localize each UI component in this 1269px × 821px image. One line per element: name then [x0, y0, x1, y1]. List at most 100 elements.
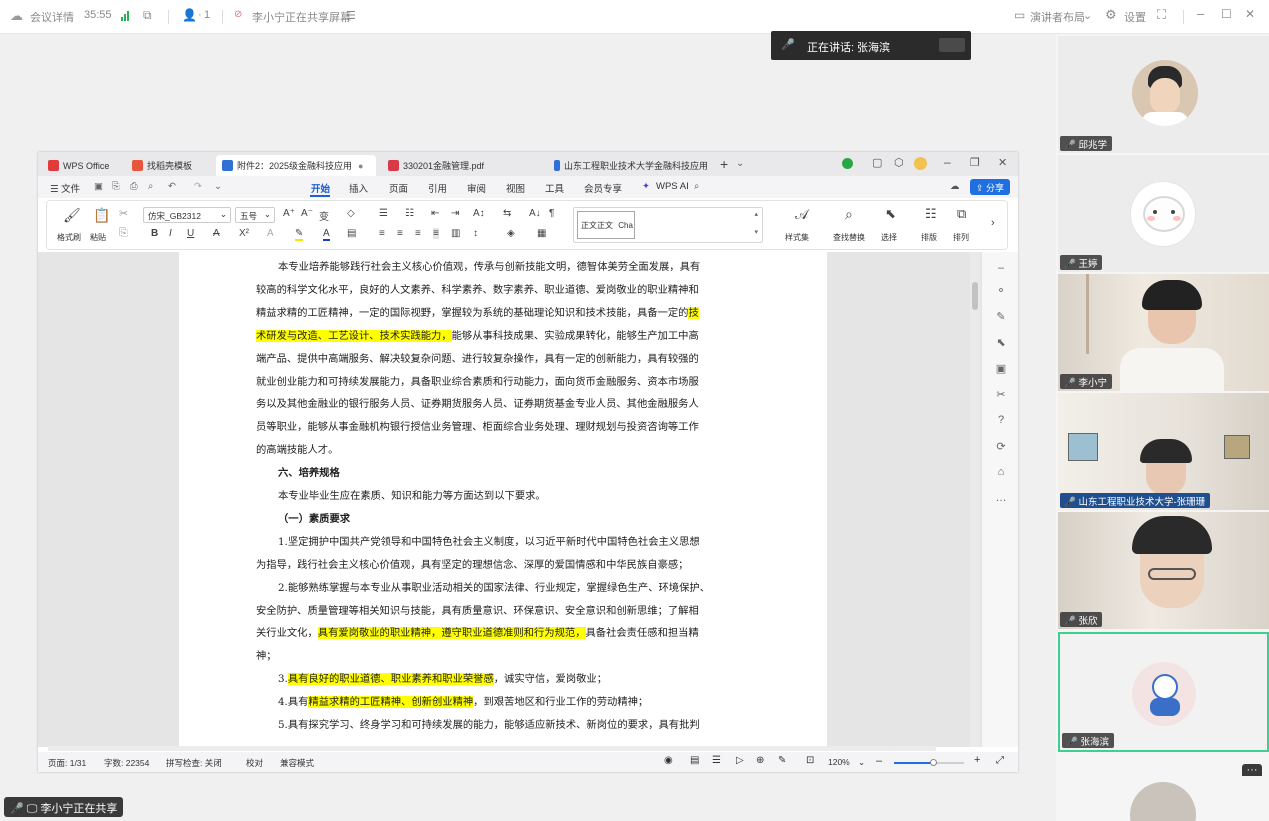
search-icon[interactable]: ⌕	[694, 181, 699, 192]
style-set-icon[interactable]: 𝒜	[795, 206, 808, 223]
arrange-icon[interactable]: ⧉	[957, 206, 966, 222]
horizontal-scrollbar[interactable]	[48, 746, 936, 751]
word-count[interactable]: 字数: 22354	[104, 757, 149, 769]
sharing-badge[interactable]: 🎤 🖵 李小宁正在共享	[4, 797, 124, 817]
underline-icon[interactable]: U	[187, 228, 194, 239]
page-view-icon[interactable]: ▤	[690, 755, 699, 766]
pen-icon[interactable]: ✎	[994, 310, 1008, 323]
menu-review[interactable]: 审阅	[467, 181, 486, 195]
menu-file[interactable]: ☰ 文件	[50, 181, 80, 195]
document-line[interactable]: 员等职业，能够从事金融机构银行授信业务管理、柜面综合业务处理、理财规划与投资咨询…	[256, 418, 699, 433]
proofread-button[interactable]: 校对	[246, 757, 263, 769]
bullet-list-icon[interactable]: ☰	[379, 208, 388, 219]
tab-wps-office[interactable]: WPS Office	[42, 155, 122, 176]
wps-ai-icon[interactable]: ✦	[642, 181, 650, 192]
paste-label[interactable]: 粘贴	[90, 232, 106, 243]
document-line[interactable]: 精益求精的工匠精神，一定的国际视野，掌握较为系统的基础理论知识和技术技能，具备一…	[256, 304, 699, 319]
more-icon[interactable]: …	[994, 492, 1008, 504]
meeting-details-label[interactable]: 会议详情	[30, 9, 74, 25]
format-painter-icon[interactable]: 🖌	[63, 207, 81, 224]
show-marks-icon[interactable]: ¶	[549, 208, 554, 219]
layout-icon[interactable]: ☷	[925, 206, 937, 222]
sort-icon[interactable]: A↓	[529, 208, 541, 219]
style-more-icon[interactable]: ▾	[754, 228, 758, 236]
document-line[interactable]: 本专业毕业生应在素质、知识和能力等方面达到以下要求。	[278, 487, 546, 502]
tab-templates[interactable]: 找稻壳模板	[126, 155, 214, 176]
minimize-icon[interactable]: –	[1197, 6, 1204, 21]
participant-tile[interactable]: 🎤 李小宁	[1058, 274, 1269, 391]
new-tab-icon[interactable]: +	[720, 156, 728, 172]
document-page[interactable]: 本专业培养能够践行社会主义核心价值观，传承与创新技能文明，德智体美劳全面发展，具…	[179, 252, 827, 747]
speaker-layout-button[interactable]: 演讲者布局	[1030, 9, 1085, 25]
shading-icon[interactable]: ◈	[507, 228, 515, 239]
decrease-indent-icon[interactable]: ⇤	[431, 208, 439, 219]
layout-label[interactable]: 排版	[921, 232, 937, 243]
export-icon[interactable]: ⎘	[112, 181, 120, 192]
document-line[interactable]: 为指导，践行社会主义核心价值观，具有坚定的理想信念、深厚的爱国情感和中华民族自豪…	[256, 556, 688, 571]
highlight-icon[interactable]: ✎	[295, 228, 304, 241]
distributed-align-icon[interactable]: ▥	[451, 228, 460, 239]
participant-tile[interactable]: 🎤 山东工程职业技术大学-张珊珊	[1058, 393, 1269, 510]
participant-tile-active-speaker[interactable]: 🎤 张海滨	[1058, 632, 1269, 752]
document-line[interactable]: 3.具有良好的职业道德、职业素养和职业荣誉感，诚实守信，爱岗敬业；	[278, 670, 607, 686]
cloud-sync-icon[interactable]: ☁	[950, 181, 960, 192]
restore-icon[interactable]: ❐	[970, 156, 980, 169]
menu-view[interactable]: 视图	[506, 181, 525, 195]
bold-icon[interactable]: B	[151, 228, 158, 239]
tab-list-chevron-icon[interactable]: ⌄	[736, 158, 744, 169]
print-icon[interactable]: ⎙	[130, 181, 138, 192]
zoom-chevron-icon[interactable]: ⌄	[858, 757, 865, 768]
document-line[interactable]: 5.具有探究学习、终身学习和可持续发展的能力，能够适应新技术、新岗位的要求，具有…	[278, 716, 700, 731]
help-icon[interactable]: ?	[994, 414, 1008, 426]
close-icon[interactable]: ✕	[998, 156, 1007, 169]
superscript-icon[interactable]: X²	[239, 228, 249, 239]
char-border-icon[interactable]: ▤	[347, 228, 356, 239]
document-line[interactable]: 较高的科学文化水平，良好的人文素养、科学素养、数字素养、职业道德、爱岗敬业的职业…	[256, 281, 699, 296]
upload-status-icon[interactable]	[842, 158, 853, 169]
settings-button[interactable]: 设置	[1124, 9, 1146, 25]
menu-member[interactable]: 会员专享	[584, 181, 622, 195]
save-icon[interactable]: ▣	[94, 181, 103, 192]
popout-icon[interactable]: ⧉	[143, 8, 152, 23]
participant-tile[interactable]: 🎤 王婷	[1058, 155, 1269, 272]
align-center-icon[interactable]: ≡	[397, 228, 403, 239]
tab-active-document[interactable]: 附件2：2025级金融科技应用 ●	[216, 155, 376, 176]
pointer-icon[interactable]: ⬉	[994, 336, 1008, 349]
copy-icon[interactable]: ⎘	[119, 227, 128, 240]
page-indicator[interactable]: 页面: 1/31	[48, 757, 86, 769]
pen-mode-icon[interactable]: ✎	[778, 755, 786, 766]
style-scroll-up-icon[interactable]: ▴	[754, 210, 758, 218]
select-label[interactable]: 选择	[881, 232, 897, 243]
document-line[interactable]: 2.能够熟练掌握与本专业从事职业活动相关的国家法律、行业规定，掌握绿色生产、环境…	[278, 579, 710, 594]
text-effect-icon[interactable]: A	[267, 228, 274, 239]
find-replace-icon[interactable]: ⌕	[845, 206, 853, 223]
borders-icon[interactable]: ▦	[537, 228, 546, 239]
align-justify-icon[interactable]: ≡	[433, 228, 439, 239]
zoom-slider-handle[interactable]	[930, 759, 937, 766]
shirt-icon[interactable]: ⌂	[994, 466, 1008, 478]
sharing-menu-icon[interactable]: ☰	[346, 9, 356, 22]
spell-check-status[interactable]: 拼写检查: 关闭	[166, 757, 222, 769]
document-line[interactable]: （一）素质要求	[278, 510, 350, 525]
style-set-label[interactable]: 样式集	[785, 232, 809, 243]
expand-icon[interactable]: ⤢	[996, 755, 1004, 766]
maximize-icon[interactable]: ☐	[1221, 7, 1232, 21]
ribbon-next-icon[interactable]: ›	[991, 217, 995, 229]
document-line[interactable]: 的高端技能人才。	[256, 441, 338, 456]
font-name-select[interactable]: 仿宋_GB2312 ⌄	[143, 207, 231, 223]
user-avatar-icon[interactable]	[914, 157, 927, 170]
document-line[interactable]: 安全防护、质量管理等相关知识与技能，具有质量意识、环保意识、安全意识和创新思维；…	[256, 602, 699, 617]
share-button[interactable]: ⇪ 分享	[970, 179, 1011, 195]
document-line[interactable]: 务以及其他金融业的银行服务人员、证券期货服务人员、证券期货基金专业人员、其他金融…	[256, 395, 699, 410]
document-line[interactable]: 就业创业能力和可持续发展能力，具备职业综合素质和行动能力，面向货币金融服务、资本…	[256, 373, 699, 388]
zoom-in-icon[interactable]: +	[974, 754, 980, 766]
menu-wps-ai[interactable]: WPS AI	[656, 181, 689, 192]
web-view-icon[interactable]: ⊕	[756, 755, 764, 766]
tools-icon[interactable]: ✂	[994, 388, 1008, 401]
align-left-icon[interactable]: ≡	[379, 228, 385, 239]
participant-tile[interactable]: 🎤 张欣	[1058, 512, 1269, 629]
menu-page[interactable]: 页面	[389, 181, 408, 195]
tab-pdf[interactable]: 330201金融管理.pdf	[382, 155, 542, 176]
tab-close-dot-icon[interactable]: ●	[358, 161, 363, 171]
scrollbar-thumb[interactable]	[972, 282, 978, 310]
